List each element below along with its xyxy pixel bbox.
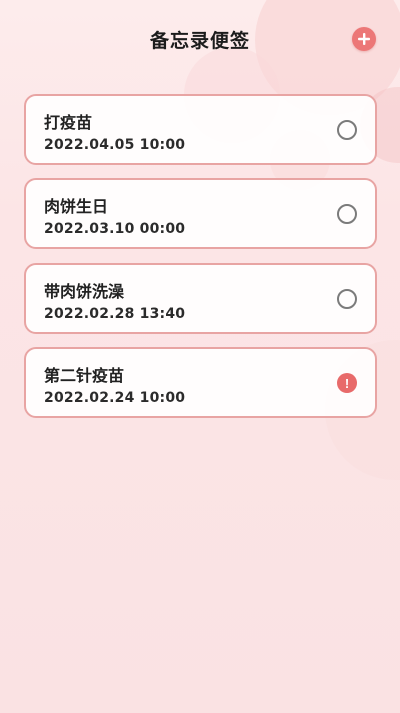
memo-card[interactable]: 打疫苗 2022.04.05 10:00 [24, 94, 377, 165]
page-title: 备忘录便签 [149, 30, 250, 52]
empty-circle-icon[interactable] [337, 289, 357, 309]
add-memo-button[interactable] [352, 27, 376, 51]
app-header: 备忘录便签 [0, 0, 400, 80]
plus-icon [358, 33, 370, 45]
memo-time: 2022.02.24 10:00 [44, 390, 186, 406]
memo-title: 带肉饼洗澡 [44, 282, 125, 301]
memo-card[interactable]: 第二针疫苗 2022.02.24 10:00 ! [24, 347, 377, 418]
empty-circle-icon[interactable] [337, 204, 357, 224]
memo-time: 2022.04.05 10:00 [44, 137, 186, 153]
memo-time: 2022.02.28 13:40 [44, 306, 186, 322]
memo-time: 2022.03.10 00:00 [44, 221, 186, 237]
memo-card[interactable]: 肉饼生日 2022.03.10 00:00 [24, 178, 377, 249]
empty-circle-icon[interactable] [337, 120, 357, 140]
memo-card[interactable]: 带肉饼洗澡 2022.02.28 13:40 [24, 263, 377, 334]
memo-title: 第二针疫苗 [44, 366, 125, 385]
memo-title: 肉饼生日 [44, 197, 109, 216]
memo-title: 打疫苗 [44, 113, 93, 132]
exclamation-circle-icon[interactable]: ! [337, 373, 357, 393]
